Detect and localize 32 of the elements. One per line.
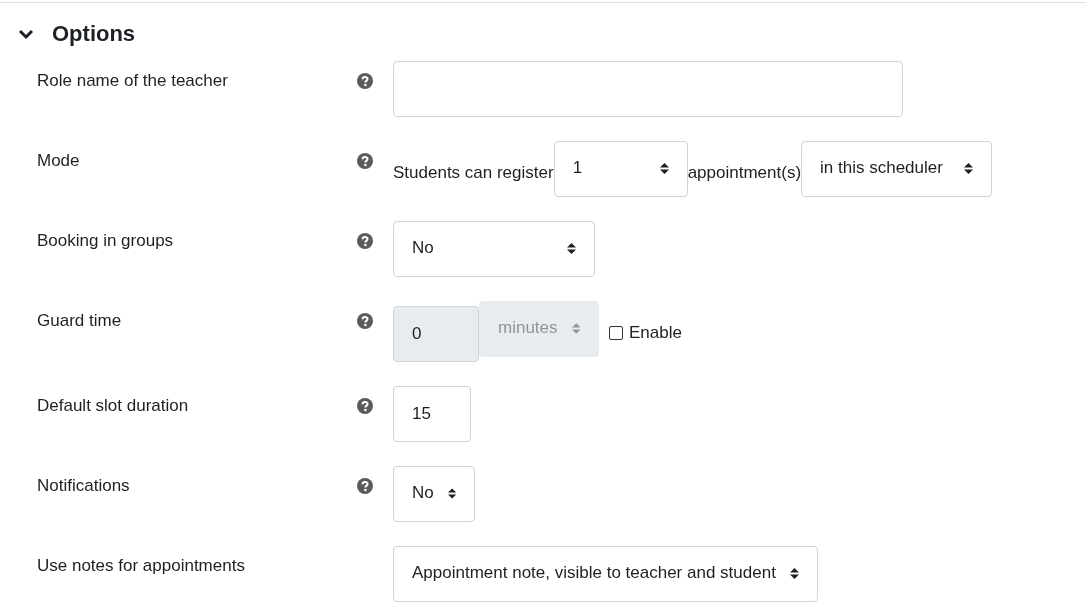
field-label: Guard time: [36, 310, 123, 331]
input-field[interactable]: [393, 61, 903, 117]
section-title: Options: [52, 21, 136, 47]
sort-icon: [964, 161, 974, 175]
sort-icon: [571, 321, 580, 335]
help-icon[interactable]: [357, 153, 373, 169]
select-field[interactable]: 1: [553, 141, 688, 197]
help-icon[interactable]: [357, 398, 373, 414]
sort-icon: [789, 566, 799, 580]
help-icon[interactable]: [357, 233, 373, 249]
select-field[interactable]: No: [393, 466, 475, 522]
field-label: Use notes for appointments: [36, 555, 246, 576]
checkbox-label[interactable]: Enable: [629, 323, 682, 343]
sort-icon: [447, 486, 456, 500]
field-label: Mode: [36, 150, 81, 171]
sort-icon: [567, 241, 576, 255]
inline-text: Students can register: [393, 162, 554, 183]
chevron-icon[interactable]: [18, 28, 34, 40]
input-field[interactable]: 15: [393, 386, 471, 442]
select-field[interactable]: Appointment note, visible to teacher and student: [393, 546, 818, 602]
select-field[interactable]: No: [393, 221, 595, 277]
help-icon[interactable]: [357, 478, 373, 494]
inline-text: appointment(s): [687, 162, 802, 183]
checkbox[interactable]: [609, 326, 623, 340]
field-label: Role name of the teacher: [36, 70, 229, 91]
help-icon[interactable]: [357, 313, 373, 329]
field-label: Notifications: [36, 475, 131, 496]
field-label: Booking in groups: [36, 230, 175, 251]
field-label: Default slot duration: [36, 395, 190, 416]
help-icon[interactable]: [357, 73, 373, 89]
sort-icon: [659, 161, 669, 175]
select-field[interactable]: in this scheduler: [801, 141, 993, 197]
